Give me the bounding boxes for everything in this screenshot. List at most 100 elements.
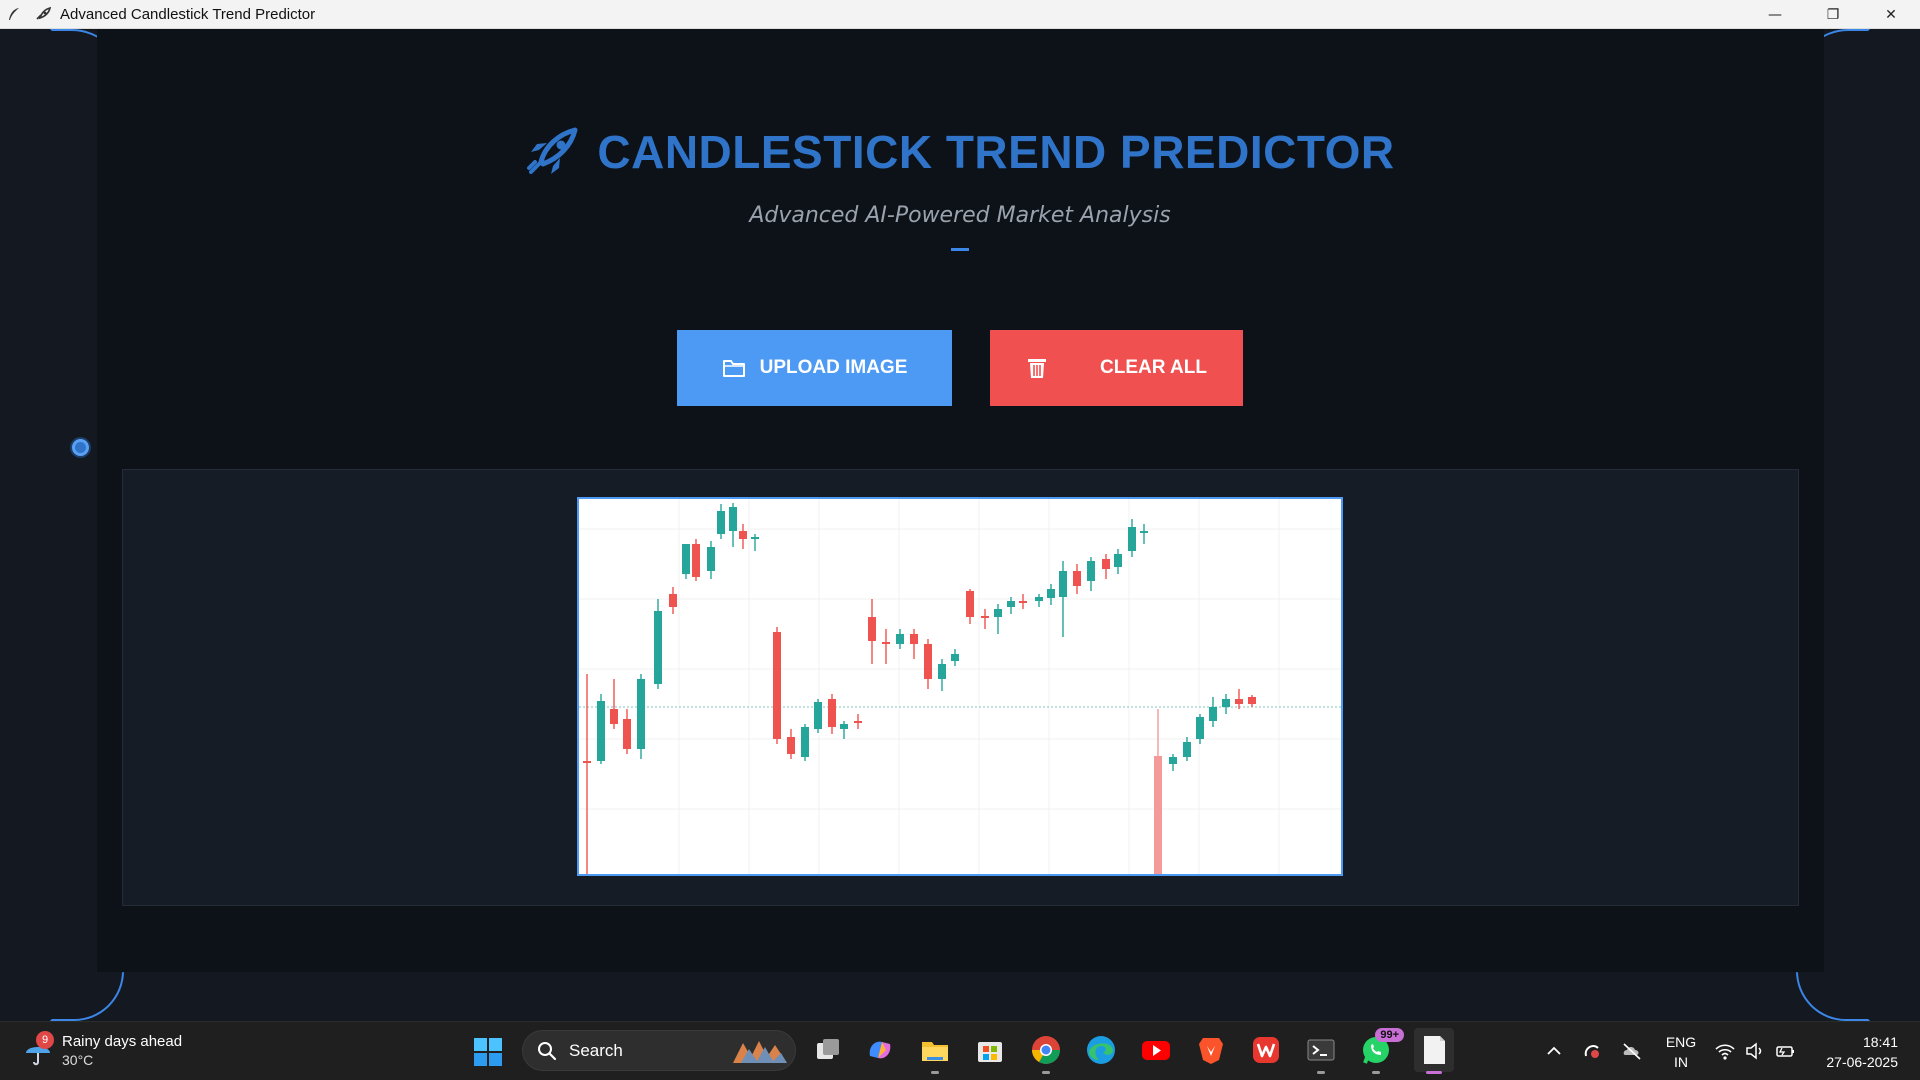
system-clock[interactable]: 18:41 27-06-2025 [1816, 1032, 1898, 1072]
folder-icon [722, 360, 745, 377]
windows-taskbar: 9 Rainy days ahead 30°C Search 99+ ENG I… [0, 1021, 1920, 1080]
upload-button-label: UPLOAD IMAGE [759, 357, 908, 378]
candle-body [707, 547, 715, 571]
chrome-icon[interactable] [1030, 1034, 1062, 1074]
candle-body [597, 701, 605, 761]
battery-icon[interactable] [1774, 1040, 1796, 1062]
taskbar-search[interactable]: Search [522, 1030, 796, 1071]
language-code: ENG [1665, 1034, 1697, 1050]
search-placeholder: Search [569, 1040, 623, 1060]
candle-body [1047, 589, 1055, 598]
candle-body [854, 721, 862, 723]
brave-browser-icon[interactable] [1195, 1034, 1227, 1066]
candle-body [994, 609, 1002, 617]
task-view-icon[interactable] [812, 1034, 844, 1066]
candle-body [623, 719, 631, 749]
search-icon [538, 1041, 557, 1060]
candle-body [692, 544, 700, 577]
candle-body [1196, 717, 1204, 739]
candle-body [981, 616, 989, 618]
onedrive-offline-icon[interactable] [1621, 1040, 1643, 1062]
candle-body [1183, 742, 1191, 757]
volume-icon[interactable] [1744, 1040, 1766, 1062]
candle-body [773, 632, 781, 739]
candle-body [801, 727, 809, 757]
microsoft-store-icon[interactable] [974, 1034, 1006, 1066]
candle-body [637, 679, 645, 749]
candle-body [1140, 531, 1148, 533]
rocket-icon [34, 6, 52, 22]
candle-body [840, 724, 848, 729]
language-indicator[interactable]: ENG IN [1664, 1032, 1698, 1072]
candle-body [1059, 571, 1067, 597]
candle-body [682, 544, 690, 574]
clock-time: 18:41 [1862, 1034, 1898, 1050]
candle-body [1169, 757, 1177, 764]
candle-body [966, 591, 974, 617]
terminal-icon[interactable] [1305, 1034, 1337, 1074]
candle-body [938, 664, 946, 679]
page-title: CANDLESTICK TREND PREDICTOR [597, 126, 1395, 178]
umbrella-icon: 9 [22, 1031, 54, 1067]
weather-widget[interactable]: 9 Rainy days ahead 30°C [22, 1031, 183, 1070]
candle-body [717, 511, 725, 534]
candle-body [1114, 554, 1122, 567]
chevron-up-icon[interactable] [1543, 1040, 1565, 1062]
edge-icon[interactable] [1085, 1034, 1117, 1066]
restore-icon: ❐ [1826, 6, 1840, 23]
weather-text: Rainy days ahead [62, 1033, 183, 1050]
accent-divider [951, 248, 969, 251]
clear-button-label: CLEAR ALL [1100, 357, 1207, 378]
candle-body [751, 537, 759, 539]
window-title: Advanced Candlestick Trend Predictor [60, 5, 316, 23]
rocket-icon [527, 127, 578, 174]
notification-badge: 99+ [1375, 1028, 1404, 1042]
minimize-button[interactable]: — [1746, 0, 1804, 29]
candle-body [583, 761, 591, 763]
restore-button[interactable]: ❐ [1804, 0, 1862, 29]
candle-body [882, 642, 890, 644]
candle-body [1128, 527, 1136, 551]
upload-image-button[interactable]: UPLOAD IMAGE [677, 330, 952, 406]
candle-body [924, 644, 932, 679]
notepad-icon[interactable] [1414, 1028, 1454, 1074]
sync-app-icon[interactable] [1581, 1040, 1603, 1062]
region-code: IN [1674, 1054, 1688, 1070]
candle-body [1019, 601, 1027, 603]
candle-body [828, 699, 836, 727]
candle-body [1035, 597, 1043, 601]
search-highlight-icon [733, 1041, 787, 1063]
feather-icon [6, 6, 22, 22]
minimize-icon: — [1768, 6, 1782, 23]
file-explorer-icon[interactable] [919, 1034, 951, 1074]
youtube-icon[interactable] [1140, 1034, 1172, 1066]
windows-start-icon[interactable] [472, 1036, 504, 1068]
whatsapp-icon[interactable]: 99+ [1360, 1028, 1404, 1074]
page-subtitle: Advanced AI-Powered Market Analysis [749, 203, 1171, 228]
close-button[interactable]: ✕ [1862, 0, 1920, 29]
wps-office-icon[interactable] [1250, 1034, 1282, 1066]
candle-body [1222, 699, 1230, 707]
candle-body [868, 617, 876, 641]
app-container: CANDLESTICK TREND PREDICTOR Advanced AI-… [0, 29, 1920, 1021]
candle-body [951, 654, 959, 661]
candle-body [1209, 707, 1217, 721]
candle-body [1248, 697, 1256, 704]
candle-body [1102, 559, 1110, 569]
candle-body [814, 702, 822, 729]
candle-body [1154, 756, 1162, 874]
uploaded-chart-image [577, 497, 1343, 876]
copilot-icon[interactable] [864, 1034, 896, 1066]
close-icon: ✕ [1885, 6, 1897, 23]
wifi-icon[interactable] [1714, 1040, 1736, 1062]
candle-body [669, 594, 677, 607]
corner-decoration [1796, 971, 1870, 1021]
candle-body [739, 531, 747, 539]
candlestick-image [579, 499, 1341, 874]
weather-badge: 9 [36, 1031, 54, 1049]
action-buttons: UPLOAD IMAGE CLEAR ALL [0, 330, 1920, 406]
clear-all-button[interactable]: CLEAR ALL [990, 330, 1243, 406]
candle-body [610, 709, 618, 724]
corner-decoration [50, 971, 124, 1021]
candle-body [729, 507, 737, 531]
